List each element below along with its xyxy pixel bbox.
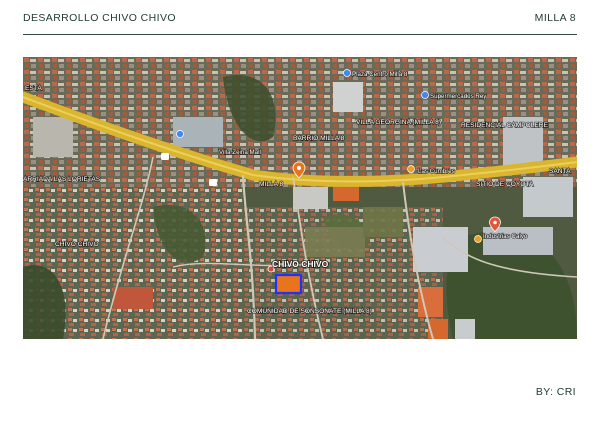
warehouse-roof	[483, 227, 553, 255]
project-title: DESARROLLO CHIVO CHIVO	[23, 12, 176, 24]
section-label: MILLA 8	[534, 12, 576, 24]
poi-marker-icon	[421, 91, 429, 99]
poi-marker-icon	[176, 130, 184, 138]
label-edge-right: SANTA	[549, 168, 571, 175]
label-villa-zeina: Villa Zeina Mall	[219, 149, 261, 156]
label-las-cumbres: Las Cumbres	[418, 168, 455, 175]
label-villa-georgina: VILLA GEORGINA (MILLA 8)	[356, 119, 441, 126]
label-chivo-chivo: CHIVO CHIVO	[272, 259, 329, 269]
label-sitio-coyota: SITIO DE COYOTA	[476, 181, 534, 188]
label-plaza-centro: Plaza Centro Milla 8	[352, 71, 408, 78]
poi-marker-icon	[474, 235, 482, 243]
warehouse-roof	[333, 82, 363, 112]
poi-marker-icon	[343, 69, 351, 77]
label-industrias: Industrias Calvo	[483, 233, 528, 240]
warehouse-roof	[333, 185, 359, 201]
label-residencial: RESIDENCIAL CAMPOLERE	[461, 122, 549, 129]
open-field	[363, 207, 403, 237]
poi-marker-icon	[407, 165, 415, 173]
open-field	[305, 227, 365, 257]
label-las-lorietas: ARRIADA LAS LORIETAS	[23, 176, 101, 183]
label-milla: MILLA 8	[259, 181, 284, 188]
route-shield-icon	[209, 179, 217, 186]
label-barrio-milla: BARRIO MILLA 8	[293, 135, 345, 142]
label-supermercados: Supermercados Rey	[430, 93, 487, 100]
route-shield-icon	[161, 153, 169, 160]
credit-footer: BY: CRI	[535, 386, 576, 398]
label-edge-left: ESTA	[25, 85, 42, 92]
label-comunidad: COMUNIDAD DE SONSONATE (MILLA 8)	[247, 308, 372, 315]
warehouse-roof	[113, 287, 153, 309]
header-divider	[23, 34, 577, 35]
warehouse-roof	[455, 319, 475, 339]
satellite-map[interactable]: CHIVO CHIVO COMUNIDAD DE SONSONATE (MILL…	[23, 57, 577, 339]
map-canvas: CHIVO CHIVO COMUNIDAD DE SONSONATE (MILL…	[23, 57, 577, 339]
site-highlight	[274, 273, 303, 295]
warehouse-roof	[33, 117, 73, 157]
label-chivo-chivo-small: CHIVO CHIVO	[55, 241, 99, 248]
